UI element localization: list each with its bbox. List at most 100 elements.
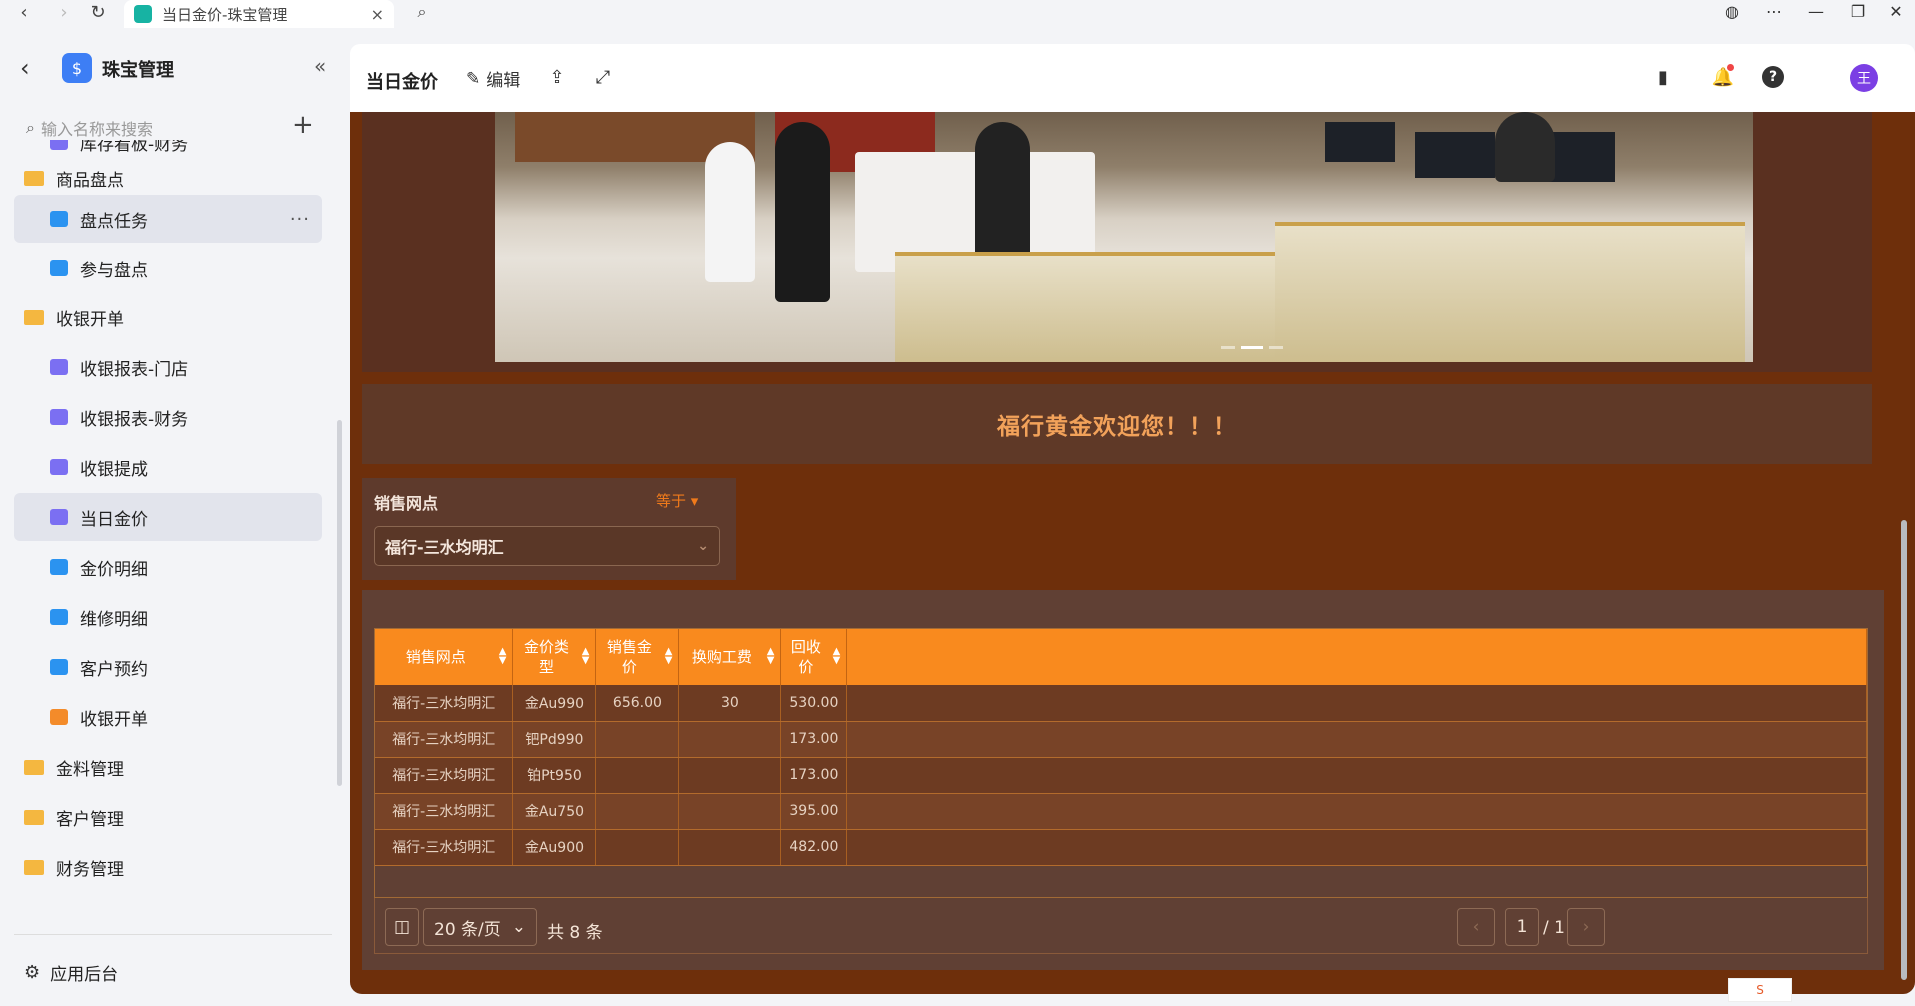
back-arrow-icon[interactable]: ‹ (20, 54, 30, 82)
sidebar: ‹ $ 珠宝管理 « ⌕ 输入名称来搜索 + 库存看板-财务 商品盘点 盘点任务… (0, 44, 340, 1006)
collapse-sidebar-icon[interactable]: « (314, 54, 326, 78)
sidebar-item[interactable]: 盘点任务 ··· (14, 195, 322, 243)
back-icon[interactable]: ‹ (10, 0, 38, 24)
forward-icon[interactable]: › (50, 0, 78, 24)
sidebar-item[interactable]: 参与盘点 (14, 244, 322, 292)
sidebar-item-active[interactable]: 当日金价 (14, 493, 322, 541)
sort-icon[interactable]: ▲ ▼ (833, 647, 841, 666)
cell (595, 721, 680, 758)
cell-filler (846, 757, 1867, 794)
chart-icon (50, 140, 68, 150)
column-header[interactable]: 换购工费 ▲ ▼ (678, 629, 782, 685)
sidebar-panel-icon[interactable]: ▮ (1650, 64, 1676, 90)
carousel-dot[interactable] (1221, 346, 1235, 349)
add-icon[interactable]: + (292, 110, 314, 140)
sidebar-item-label: 库存看板-财务 (80, 140, 189, 155)
pencil-icon: ✎ (466, 68, 481, 89)
folder-icon (24, 809, 44, 825)
filter-card: 销售网点 等于 ▾ 福行-三水均明汇 ⌄ (362, 478, 736, 580)
page-title: 当日金价 (366, 72, 438, 93)
column-header-filler (846, 629, 1867, 685)
edit-button[interactable]: ✎ 编辑 (466, 66, 521, 92)
sort-icon[interactable]: ▲ ▼ (665, 647, 673, 666)
next-page-button[interactable]: › (1567, 908, 1605, 946)
sidebar-item[interactable]: 客户预约 (14, 643, 322, 691)
page-size-value: 20 条/页 (434, 919, 501, 940)
more-options-icon[interactable]: ··· (290, 209, 310, 230)
globe-icon[interactable]: ◍ (1712, 0, 1752, 22)
sort-icon[interactable]: ▲ ▼ (499, 647, 507, 666)
table-header-row: 销售网点 ▲ ▼ 金价类型 ▲ ▼ 销售金价 ▲ ▼ 换购工费 ▲ ▼ 回收价 ▲ ▼ (375, 629, 1867, 685)
column-settings-icon[interactable]: ◫ (385, 908, 419, 946)
sidebar-item-label: 盘点任务 (80, 211, 148, 232)
tab-close-icon[interactable]: × (371, 5, 384, 24)
bell-icon[interactable]: 🔔 (1710, 64, 1736, 90)
window-close-icon[interactable]: ✕ (1876, 0, 1915, 22)
search-icon: ⌕ (26, 118, 35, 137)
cell: 福行-三水均明汇 (375, 793, 514, 830)
sort-icon[interactable]: ▲ ▼ (582, 647, 590, 666)
sidebar-folder[interactable]: 财务管理 (14, 843, 322, 891)
current-page-input[interactable]: 1 (1505, 908, 1539, 946)
browser-tab[interactable]: 当日金价-珠宝管理 × (124, 0, 394, 28)
carousel-dot-active[interactable] (1241, 346, 1263, 349)
folder-icon (24, 859, 44, 875)
sidebar-folder[interactable]: 金料管理 (14, 743, 322, 791)
cell (595, 829, 680, 866)
table-row[interactable]: 福行-三水均明汇 钯Pd990 173.00 (375, 721, 1867, 758)
fullscreen-icon[interactable]: ⤢ (590, 64, 616, 90)
question-icon: ? (1762, 66, 1784, 88)
prev-page-button[interactable]: ‹ (1457, 908, 1495, 946)
monitor (1415, 132, 1495, 178)
content-scrollbar[interactable] (1901, 520, 1907, 980)
sidebar-folder[interactable]: 客户管理 (14, 793, 322, 841)
sidebar-item[interactable]: 收银报表-门店 (14, 343, 322, 391)
refresh-icon[interactable]: ↻ (84, 0, 112, 24)
cell: 530.00 (780, 685, 848, 722)
minimize-icon[interactable]: — (1796, 0, 1836, 22)
column-header[interactable]: 销售金价 ▲ ▼ (595, 629, 680, 685)
sidebar-item[interactable]: 维修明细 (14, 593, 322, 641)
edit-label: 编辑 (486, 71, 521, 91)
cell-filler (846, 685, 1867, 722)
filter-selected-value: 福行-三水均明汇 (385, 538, 504, 557)
help-icon[interactable]: ? (1760, 64, 1786, 90)
gold-price-table: 销售网点 ▲ ▼ 金价类型 ▲ ▼ 销售金价 ▲ ▼ 换购工费 ▲ ▼ 回收价 ▲ ▼ 福行-三水均… (375, 629, 1867, 866)
avatar[interactable]: 王 (1850, 64, 1878, 92)
cell: 福行-三水均明汇 (375, 757, 514, 794)
tab-search-icon[interactable]: ⌕ (404, 0, 440, 24)
sidebar-item[interactable]: 收银报表-财务 (14, 393, 322, 441)
tab-favicon-icon (134, 5, 152, 23)
chart-icon (50, 459, 68, 475)
table-row[interactable]: 福行-三水均明汇 金Au900 482.00 (375, 829, 1867, 866)
filter-select[interactable]: 福行-三水均明汇 ⌄ (374, 526, 720, 566)
column-header[interactable]: 回收价 ▲ ▼ (780, 629, 848, 685)
carousel-dots[interactable] (1221, 346, 1283, 349)
share-icon[interactable]: ⇪ (544, 64, 570, 90)
filter-operator[interactable]: 等于 ▾ (656, 490, 698, 511)
sidebar-item-label: 金价明细 (80, 559, 148, 580)
sort-icon[interactable]: ▲ ▼ (767, 647, 775, 666)
table-row[interactable]: 福行-三水均明汇 铂Pt950 173.00 (375, 757, 1867, 794)
page-size-select[interactable]: 20 条/页 ⌄ (423, 908, 537, 946)
sidebar-item[interactable]: 收银开单 (14, 693, 322, 741)
table-row[interactable]: 福行-三水均明汇 金Au990 656.00 30 530.00 (375, 685, 1867, 722)
sidebar-item[interactable]: 金价明细 (14, 543, 322, 591)
chevron-down-icon: ⌄ (511, 917, 526, 937)
sidebar-item-label: 客户预约 (80, 659, 148, 680)
carousel-dot[interactable] (1269, 346, 1283, 349)
sidebar-scrollbar[interactable] (337, 420, 342, 786)
sidebar-folder[interactable]: 收银开单 (14, 293, 322, 341)
more-icon[interactable]: ⋯ (1754, 0, 1794, 22)
cell: 金Au750 (512, 793, 597, 830)
staff-figure (1495, 112, 1555, 182)
column-header[interactable]: 销售网点 ▲ ▼ (375, 629, 514, 685)
restore-icon[interactable]: ❐ (1838, 0, 1878, 22)
admin-link[interactable]: ⚙ 应用后台 (24, 960, 118, 985)
sidebar-search[interactable]: ⌕ 输入名称来搜索 (26, 114, 256, 142)
sidebar-item[interactable]: 收银提成 (14, 443, 322, 491)
app-icon: $ (62, 53, 92, 83)
column-header[interactable]: 金价类型 ▲ ▼ (512, 629, 597, 685)
table-row[interactable]: 福行-三水均明汇 金Au750 395.00 (375, 793, 1867, 830)
data-table-wrapper[interactable]: 销售网点 ▲ ▼ 金价类型 ▲ ▼ 销售金价 ▲ ▼ 换购工费 ▲ ▼ 回收价 ▲ ▼ 福行-三水均… (374, 628, 1868, 898)
